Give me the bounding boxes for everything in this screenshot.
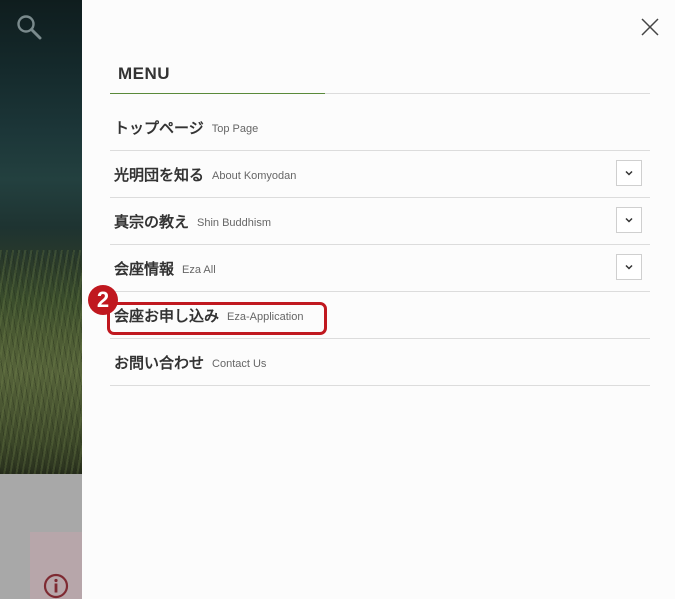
expand-button[interactable] [616,207,642,233]
background-page-strip [0,0,82,599]
chevron-down-icon [625,170,633,176]
menu-item-label-en: Contact Us [212,357,267,370]
search-icon[interactable] [16,14,42,40]
info-icon [43,573,69,599]
menu-item-label-jp: 真宗の教え [114,212,190,231]
menu-panel: MENU トップページ Top Page 光明団を知る About Komyod… [82,0,675,599]
close-icon[interactable] [641,18,659,36]
menu-item-contact[interactable]: お問い合わせ Contact Us [110,339,650,386]
menu-item-top-page[interactable]: トップページ Top Page [110,104,650,151]
highlight-annotation-box [107,302,327,335]
background-grass-image [0,250,82,474]
menu-item-label-en: About Komyodan [212,169,297,182]
expand-button[interactable] [616,254,642,280]
menu-item-label-jp: 光明団を知る [114,165,205,184]
menu-item-shin-buddhism[interactable]: 真宗の教え Shin Buddhism [110,198,650,245]
title-accent-line [110,93,325,94]
menu-item-label-en: Top Page [211,122,259,135]
menu-item-about[interactable]: 光明団を知る About Komyodan [110,151,650,198]
menu-item-label-en: Eza All [182,263,216,276]
menu-item-label-jp: 会座情報 [114,259,175,278]
step-number-badge: 2 [88,285,118,315]
menu-list: トップページ Top Page 光明団を知る About Komyodan 真宗… [110,104,650,386]
chevron-down-icon [625,217,633,223]
menu-item-label-jp: お問い合わせ [114,353,205,372]
expand-button[interactable] [616,160,642,186]
menu-title: MENU [118,64,171,83]
menu-item-label-en: Shin Buddhism [197,216,272,229]
menu-item-eza-all[interactable]: 会座情報 Eza All [110,245,650,292]
menu-item-label-jp: トップページ [114,118,204,137]
chevron-down-icon [625,264,633,270]
